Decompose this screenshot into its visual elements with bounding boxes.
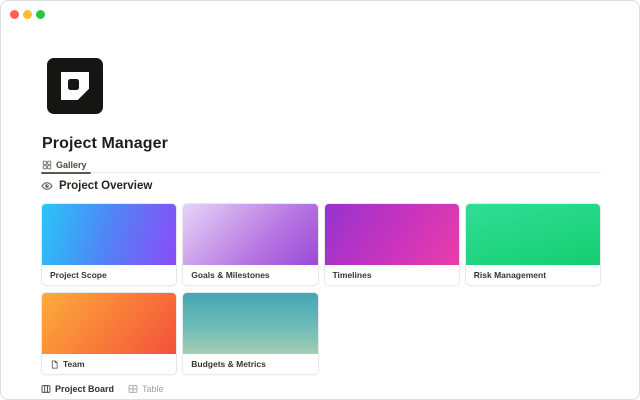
gallery-card-team[interactable]: Team	[41, 292, 177, 375]
card-title: Risk Management	[474, 270, 546, 280]
logo-inner-square	[68, 79, 79, 90]
page-logo[interactable]	[47, 58, 103, 114]
page-title: Project Manager	[42, 135, 168, 153]
card-label-row: Budgets & Metrics	[183, 354, 317, 374]
gallery-card-timelines[interactable]: Timelines	[324, 203, 460, 286]
card-label-row: Timelines	[325, 265, 459, 285]
tab-gallery-label: Gallery	[56, 160, 87, 170]
project-board-heading[interactable]: Project Board	[41, 384, 114, 394]
gallery-card-project-scope[interactable]: Project Scope	[41, 203, 177, 286]
gallery-card-risk-management[interactable]: Risk Management	[465, 203, 601, 286]
card-title: Goals & Milestones	[191, 270, 269, 280]
card-cover	[42, 204, 176, 265]
table-icon	[128, 384, 138, 394]
overview-heading-text: Project Overview	[59, 180, 152, 192]
card-title: Team	[63, 359, 85, 369]
overview-section-heading[interactable]: Project Overview	[41, 180, 152, 192]
card-title: Timelines	[333, 270, 372, 280]
gallery-grid: Project Scope Goals & Milestones Timelin…	[41, 203, 601, 375]
card-title: Budgets & Metrics	[191, 359, 266, 369]
window-controls	[10, 10, 45, 19]
tab-table[interactable]: Table	[128, 384, 164, 394]
page-icon	[50, 360, 59, 369]
project-board-label: Project Board	[55, 384, 114, 394]
minimize-button[interactable]	[23, 10, 32, 19]
close-button[interactable]	[10, 10, 19, 19]
card-cover	[183, 293, 317, 354]
eye-icon	[41, 180, 53, 192]
board-icon	[41, 384, 51, 394]
gallery-card-goals-milestones[interactable]: Goals & Milestones	[182, 203, 318, 286]
card-cover	[325, 204, 459, 265]
logo-glyph	[61, 72, 89, 100]
card-label-row: Goals & Milestones	[183, 265, 317, 285]
card-label-row: Project Scope	[42, 265, 176, 285]
card-label-row: Risk Management	[466, 265, 600, 285]
tab-gallery[interactable]: Gallery	[41, 157, 91, 173]
card-label-row: Team	[42, 354, 176, 374]
card-title: Project Scope	[50, 270, 107, 280]
card-cover	[183, 204, 317, 265]
card-cover	[42, 293, 176, 354]
zoom-button[interactable]	[36, 10, 45, 19]
grid-gallery-icon	[42, 160, 52, 170]
project-board-section: Project Board Table	[41, 384, 164, 394]
gallery-card-budgets-metrics[interactable]: Budgets & Metrics	[182, 292, 318, 375]
table-view-label: Table	[142, 384, 164, 394]
view-tab-bar: Gallery	[41, 157, 601, 173]
card-cover	[466, 204, 600, 265]
